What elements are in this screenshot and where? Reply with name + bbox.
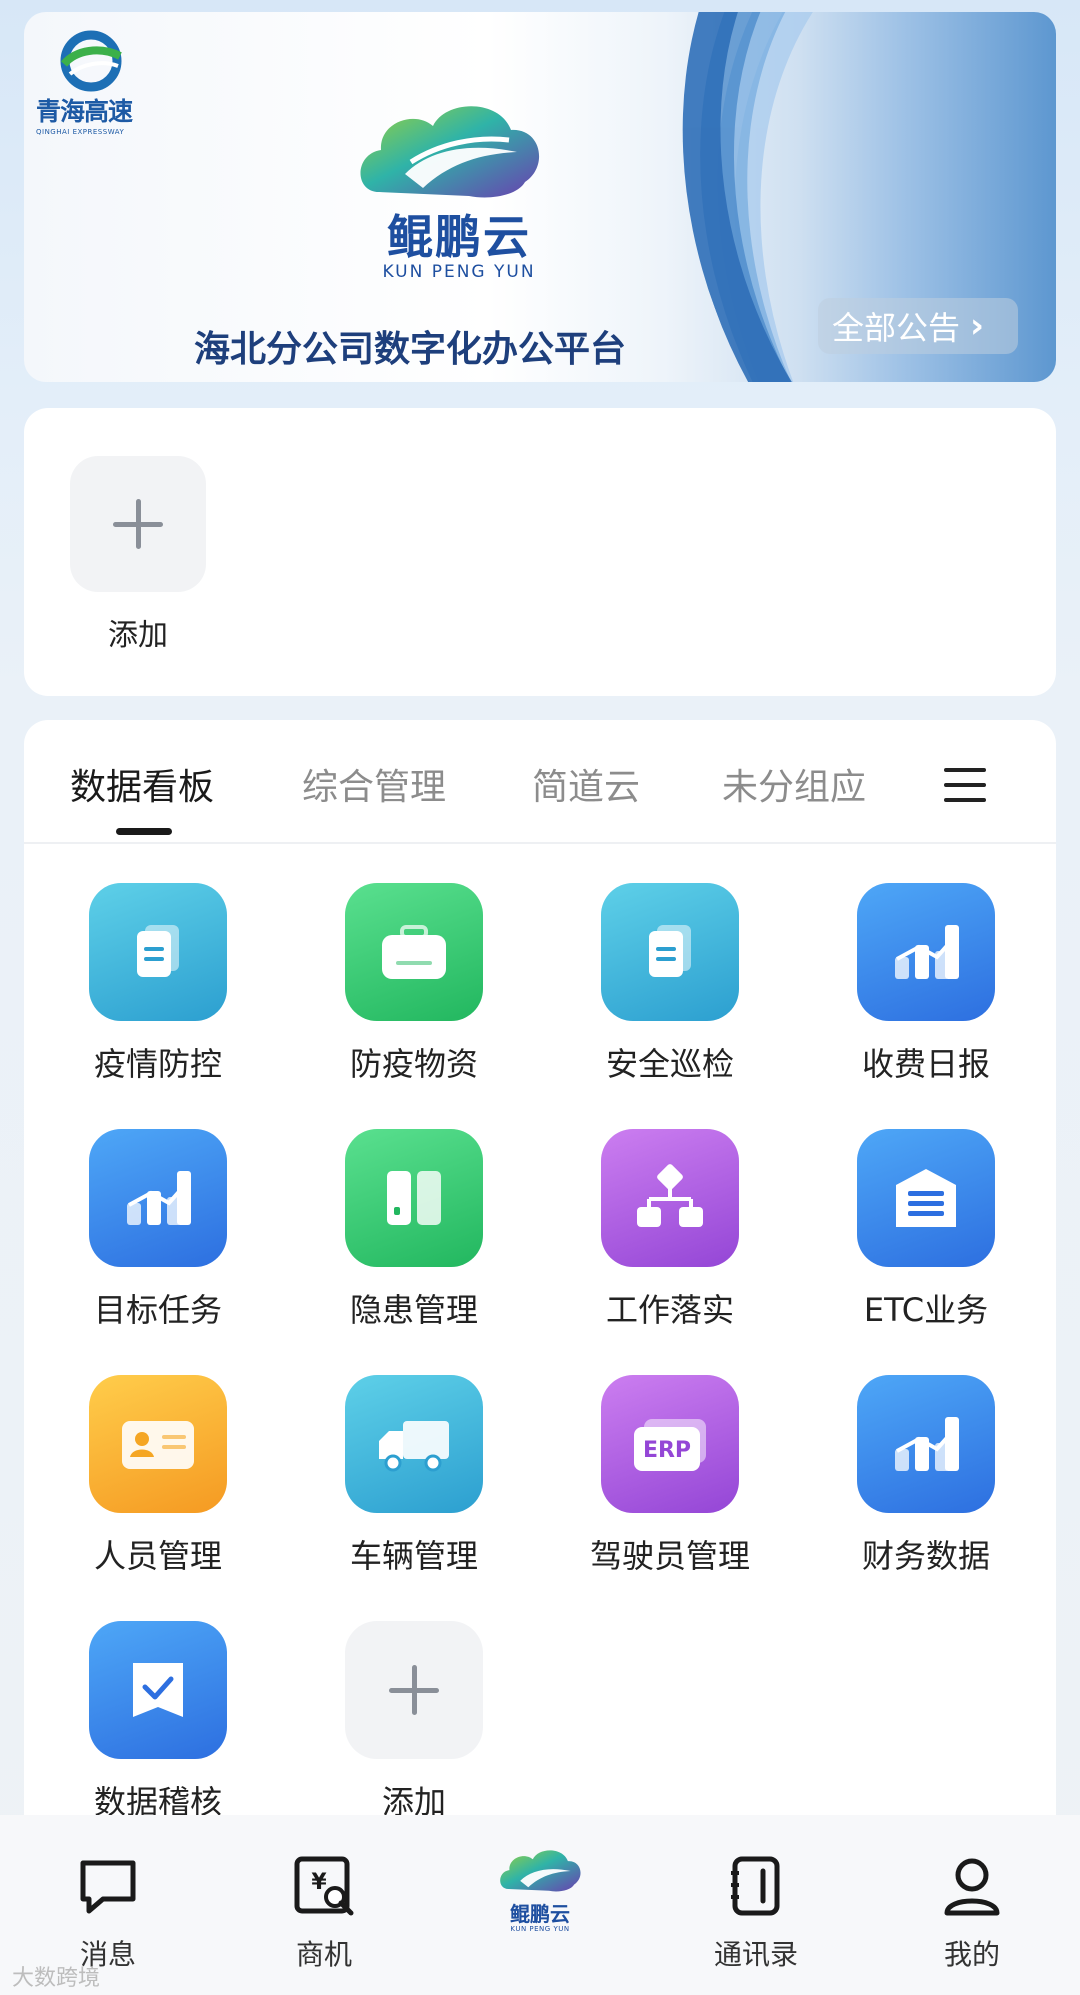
brand-name-en: KUN PENG YUN <box>382 262 536 282</box>
nav-contacts[interactable]: 通讯录 <box>676 1851 836 1973</box>
brand-block: 鲲鹏云 KUN PENG YUN <box>349 212 569 282</box>
center-logo-text: 鲲鹏云 <box>510 1902 570 1926</box>
center-logo-subtext: KUN PENG YUN <box>510 1925 570 1933</box>
app-safety-inspection[interactable]: 安全巡检 <box>560 883 780 1085</box>
app-etc-business[interactable]: ETC业务 <box>816 1129 1036 1331</box>
plus-icon <box>345 1621 483 1759</box>
tab-jiandaoyun[interactable]: 简道云 <box>532 758 640 810</box>
app-vehicle-management[interactable]: 车辆管理 <box>304 1375 524 1577</box>
business-icon: ¥ <box>289 1851 359 1921</box>
bar-chart-icon <box>857 883 995 1021</box>
document-icon <box>601 883 739 1021</box>
tab-general-management[interactable]: 综合管理 <box>302 758 446 810</box>
app-hazard-management[interactable]: 隐患管理 <box>304 1129 524 1331</box>
kunpeng-cloud-logo <box>360 106 540 198</box>
nav-label: 我的 <box>943 1938 1000 1971</box>
bar-chart-icon <box>89 1129 227 1267</box>
quick-add-box[interactable] <box>70 456 206 592</box>
app-label: 驾驶员管理 <box>589 1537 750 1575</box>
active-tab-indicator <box>116 828 172 835</box>
profile-icon <box>937 1851 1007 1921</box>
platform-title: 海北分公司数字化办公平台 <box>194 328 627 370</box>
brand-name-cn: 鲲鹏云 <box>387 210 531 264</box>
app-target-tasks[interactable]: 目标任务 <box>48 1129 268 1331</box>
id-card-icon <box>89 1375 227 1513</box>
app-label: 财务数据 <box>861 1537 990 1575</box>
chevron-right-icon: › <box>970 306 985 346</box>
document-icon <box>89 883 227 1021</box>
app-label: 防疫物资 <box>349 1045 478 1083</box>
corp-logo-name: 青海高速 <box>36 97 133 126</box>
briefcase-icon <box>345 883 483 1021</box>
nav-label: 通讯录 <box>713 1938 798 1971</box>
app-label: 车辆管理 <box>349 1537 478 1575</box>
contacts-icon <box>721 1851 791 1921</box>
quick-add-tile[interactable]: 添加 <box>58 456 218 654</box>
nav-label: 商机 <box>295 1938 352 1971</box>
all-announcements-button[interactable]: 全部公告 › <box>818 298 1018 354</box>
app-toll-daily-report[interactable]: 收费日报 <box>816 883 1036 1085</box>
nav-business[interactable]: ¥ 商机 <box>244 1851 404 1973</box>
app-label: 疫情防控 <box>93 1045 222 1083</box>
tab-ungrouped[interactable]: 未分组应 <box>722 758 866 810</box>
panels-icon <box>345 1129 483 1267</box>
app-driver-management[interactable]: ERP 驾驶员管理 <box>560 1375 780 1577</box>
app-label: 收费日报 <box>861 1045 990 1083</box>
app-label: ETC业务 <box>863 1291 989 1329</box>
app-add-tile[interactable]: 添加 <box>304 1621 524 1823</box>
kunpeng-logo[interactable]: 鲲鹏云 KUN PENG YUN <box>492 1843 588 1947</box>
nav-profile[interactable]: 我的 <box>892 1851 1052 1973</box>
banner[interactable]: 青海高速 QINGHAI EXPRESSWAY 鲲鹏云 KUN PENG YUN… <box>24 12 1056 382</box>
app-label: 安全巡检 <box>605 1045 734 1083</box>
menu-icon[interactable] <box>944 768 986 802</box>
app-epidemic-supplies[interactable]: 防疫物资 <box>304 883 524 1085</box>
app-personnel-management[interactable]: 人员管理 <box>48 1375 268 1577</box>
watermark: 大数跨境 <box>12 1966 101 1991</box>
erp-icon-text: ERP <box>643 1438 691 1463</box>
bottom-navigation: 消息 ¥ 商机 鲲鹏云 KUN PENG YUN 通讯录 我的 <box>0 1815 1080 1995</box>
app-work-implementation[interactable]: 工作落实 <box>560 1129 780 1331</box>
plus-icon <box>113 499 163 549</box>
quick-add-label: 添加 <box>108 618 168 653</box>
app-epidemic-control[interactable]: 疫情防控 <box>48 883 268 1085</box>
app-label: 隐患管理 <box>349 1291 478 1329</box>
corp-logo: 青海高速 QINGHAI EXPRESSWAY <box>36 30 166 136</box>
nav-messages[interactable]: 消息 <box>28 1851 188 1973</box>
app-data-audit[interactable]: 数据稽核 <box>48 1621 268 1823</box>
all-announcements-label: 全部公告 <box>832 309 961 347</box>
tab-bar: 数据看板 综合管理 简道云 未分组应 <box>24 720 1056 844</box>
message-icon <box>73 1851 143 1921</box>
app-label: 工作落实 <box>605 1291 734 1329</box>
apps-card: 数据看板 综合管理 简道云 未分组应 疫情防控 防疫物资 安全巡检 收费日报 目… <box>24 720 1056 1840</box>
app-label: 目标任务 <box>93 1291 222 1329</box>
quick-access-card: 添加 <box>24 408 1056 696</box>
corp-logo-subtitle: QINGHAI EXPRESSWAY <box>36 128 125 136</box>
checkmark-icon <box>89 1621 227 1759</box>
warehouse-icon <box>857 1129 995 1267</box>
svg-text:¥: ¥ <box>311 1870 327 1895</box>
bar-chart-icon <box>857 1375 995 1513</box>
tab-data-dashboard[interactable]: 数据看板 <box>70 758 214 810</box>
app-financial-data[interactable]: 财务数据 <box>816 1375 1036 1577</box>
flowchart-icon <box>601 1129 739 1267</box>
truck-icon <box>345 1375 483 1513</box>
app-label: 人员管理 <box>93 1537 222 1575</box>
erp-icon: ERP <box>601 1375 739 1513</box>
